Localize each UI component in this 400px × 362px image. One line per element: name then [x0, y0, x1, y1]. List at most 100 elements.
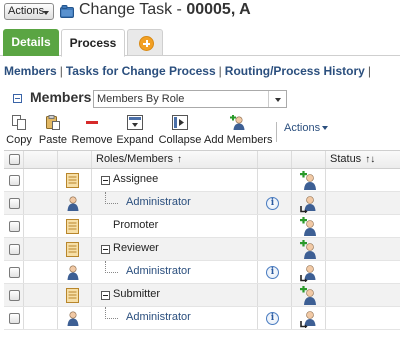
info-icon[interactable]: i [266, 197, 279, 210]
subnav-members[interactable]: Members [4, 64, 57, 78]
collapse-node-icon[interactable] [101, 245, 110, 254]
table-cell [24, 284, 58, 306]
table-row[interactable]: Administrator i [4, 261, 400, 284]
expand-button[interactable]: Expand [115, 113, 155, 149]
row-select-cell [4, 192, 24, 214]
members-toolbar: Copy Paste Remove Expand Collapse Add Me… [0, 113, 400, 149]
collapse-section-icon[interactable] [13, 94, 22, 103]
table-cell [24, 238, 58, 260]
add-participant-icon[interactable] [300, 217, 318, 236]
collapse-button[interactable]: Collapse [157, 113, 203, 149]
title-bar: Actions Change Task - 00005, A [0, 0, 400, 26]
table-row[interactable]: Assignee [4, 169, 400, 192]
column-header-status-label: Status [330, 153, 362, 165]
members-header: Members Members By Role [0, 87, 400, 109]
row-select-cell [4, 238, 24, 260]
column-header-roles-label: Roles/Members [96, 153, 174, 165]
members-title: Members [30, 89, 92, 105]
table-cell [258, 284, 292, 306]
user-icon [67, 196, 79, 211]
replace-participant-icon[interactable] [300, 309, 318, 328]
member-link[interactable]: Administrator [126, 265, 191, 277]
row-checkbox[interactable] [9, 267, 20, 278]
table-cell [24, 215, 58, 237]
info-icon[interactable]: i [266, 312, 279, 325]
column-header-roles[interactable]: Roles/Members ↑ [92, 151, 258, 168]
sort-ascending-icon: ↑ [177, 154, 183, 165]
table-row[interactable]: Submitter [4, 284, 400, 307]
row-select-cell [4, 307, 24, 329]
role-label: Submitter [113, 288, 161, 300]
tab-bar: Details Process [0, 29, 400, 57]
subnav-routing-history[interactable]: Routing/Process History [225, 64, 365, 78]
paste-label: Paste [38, 134, 68, 146]
chevron-down-icon [43, 11, 49, 15]
add-participant-icon[interactable] [300, 171, 318, 190]
header-cell [58, 151, 92, 168]
info-cell: i [258, 192, 292, 214]
members-view-select[interactable]: Members By Role [93, 90, 287, 108]
copy-button[interactable]: Copy [4, 113, 34, 149]
subnav-tasks[interactable]: Tasks for Change Process [66, 64, 216, 78]
row-checkbox[interactable] [9, 313, 20, 324]
role-card-icon [66, 242, 79, 257]
status-cell [326, 307, 400, 329]
actions-menu-button[interactable]: Actions [4, 3, 54, 20]
header-cell [292, 151, 326, 168]
tab-details[interactable]: Details [3, 29, 59, 56]
row-checkbox[interactable] [9, 175, 20, 186]
role-label: Reviewer [113, 242, 159, 254]
add-participant-icon[interactable] [300, 286, 318, 305]
row-action-cell [292, 238, 326, 260]
replace-participant-icon[interactable] [300, 263, 318, 282]
member-link[interactable]: Administrator [126, 311, 191, 323]
tree-connector [105, 192, 118, 204]
role-cell: Submitter [92, 284, 258, 306]
expand-label: Expand [116, 134, 154, 146]
tab-add[interactable] [127, 29, 163, 56]
collapse-label: Collapse [158, 134, 202, 146]
add-members-button[interactable]: Add Members [204, 113, 272, 149]
status-cell [326, 215, 400, 237]
row-checkbox[interactable] [9, 198, 20, 209]
toolbar-actions-menu[interactable]: Actions [284, 122, 329, 134]
member-cell: Administrator [92, 307, 258, 329]
collapse-node-icon[interactable] [101, 176, 110, 185]
column-header-status[interactable]: Status ↑↓ [326, 151, 400, 168]
status-cell [326, 169, 400, 191]
collapse-node-icon[interactable] [101, 291, 110, 300]
remove-button[interactable]: Remove [71, 113, 113, 149]
subnav-separator: | [367, 64, 371, 78]
row-checkbox[interactable] [9, 221, 20, 232]
table-cell [24, 261, 58, 283]
info-icon[interactable]: i [266, 266, 279, 279]
copy-icon [12, 115, 26, 130]
folder-icon [60, 5, 74, 18]
members-table: Roles/Members ↑ Status ↑↓ Assignee Admin… [4, 150, 400, 330]
row-checkbox[interactable] [9, 244, 20, 255]
replace-participant-icon[interactable] [300, 194, 318, 213]
table-row[interactable]: Reviewer [4, 238, 400, 261]
row-action-cell [292, 192, 326, 214]
tab-process[interactable]: Process [61, 29, 125, 57]
add-members-label: Add Members [204, 134, 273, 146]
members-view-value: Members By Role [97, 93, 185, 105]
paste-icon [46, 115, 60, 130]
row-select-cell [4, 261, 24, 283]
add-participant-icon[interactable] [300, 240, 318, 259]
info-cell: i [258, 307, 292, 329]
member-link[interactable]: Administrator [126, 196, 191, 208]
select-all-checkbox[interactable] [9, 154, 20, 165]
table-row[interactable]: Promoter [4, 215, 400, 238]
row-checkbox[interactable] [9, 290, 20, 301]
status-cell [326, 284, 400, 306]
row-icon-cell [58, 284, 92, 306]
role-label: Assignee [113, 173, 159, 185]
toolbar-actions-label: Actions [284, 122, 321, 134]
table-row[interactable]: Administrator i [4, 192, 400, 215]
role-card-icon [66, 173, 79, 188]
collapse-icon [172, 115, 188, 130]
table-row[interactable]: Administrator i [4, 307, 400, 330]
add-members-icon [230, 115, 245, 130]
paste-button[interactable]: Paste [36, 113, 70, 149]
